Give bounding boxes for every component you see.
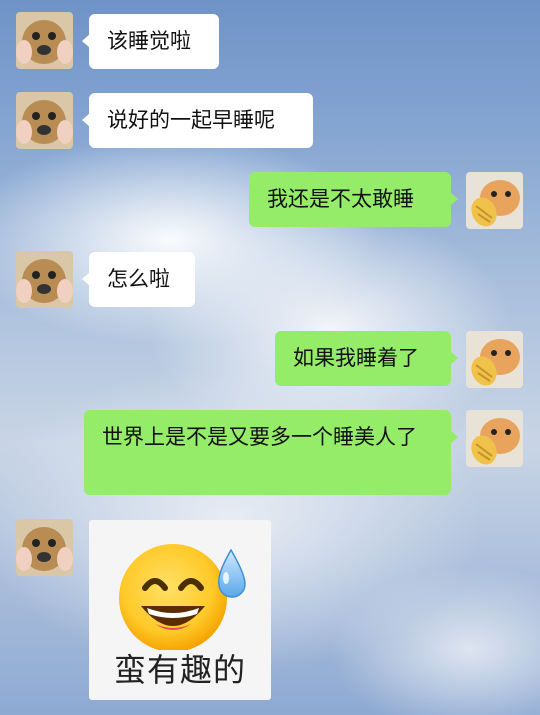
message-text: 怎么啦 — [107, 267, 170, 291]
message-bubble[interactable]: 怎么啦 — [82, 252, 195, 307]
message-bubble[interactable]: 世界上是不是又要多一个睡美人了 — [84, 410, 458, 495]
message-bubble[interactable]: 如果我睡着了 — [275, 331, 458, 386]
message-text: 我还是不太敢睡 — [267, 187, 414, 211]
message-text: 如果我睡着了 — [293, 346, 419, 370]
contact-avatar[interactable] — [16, 251, 73, 308]
message-bubble[interactable]: 我还是不太敢睡 — [249, 172, 458, 227]
sticker-caption: 蛮有趣的 — [113, 651, 246, 689]
message-bubble[interactable]: 该睡觉啦 — [82, 14, 219, 69]
message-text: 说好的一起早睡呢 — [107, 108, 275, 132]
message-text: 世界上是不是又要多一个睡美人了 — [102, 425, 417, 449]
user-avatar[interactable] — [466, 410, 523, 467]
contact-avatar[interactable] — [16, 92, 73, 149]
message-bubble[interactable]: 说好的一起早睡呢 — [82, 93, 313, 148]
user-avatar[interactable] — [466, 172, 523, 229]
contact-avatar[interactable] — [16, 519, 73, 576]
message-text: 该睡觉啦 — [107, 29, 191, 53]
user-avatar[interactable] — [466, 331, 523, 388]
contact-avatar[interactable] — [16, 12, 73, 69]
sweat-smile-emoji-icon — [119, 544, 246, 650]
sticker-message[interactable]: 蛮有趣的 — [89, 520, 271, 700]
